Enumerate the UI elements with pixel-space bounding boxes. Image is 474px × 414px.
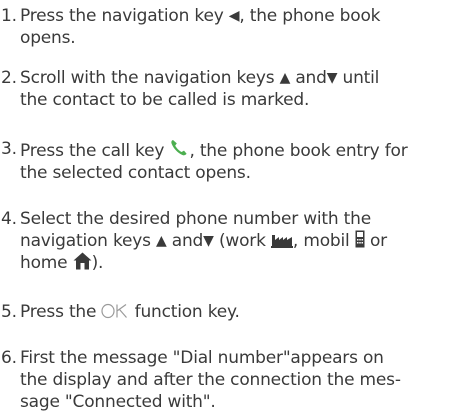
step-text-part: home [20, 253, 73, 273]
ok-function-key-icon [101, 303, 128, 319]
step-text-part: or [364, 231, 387, 251]
step-text-part: , the phone book [239, 6, 381, 26]
step-text-part: ). [91, 253, 104, 273]
home-number-icon [73, 252, 92, 270]
step-text-part: and [166, 231, 204, 251]
navigation-left-key-icon: ◀ [228, 8, 240, 24]
step-number: 4. [1, 209, 17, 229]
step-text-part: until [337, 68, 380, 88]
step-text-part: the contact to be called is marked. [20, 90, 310, 110]
navigation-down-key-icon: ▼ [326, 70, 338, 86]
navigation-up-key-icon: ▲ [155, 233, 167, 249]
step-text: Scroll with the navigation keys ▲ and▼ u… [20, 67, 472, 111]
step-text-part: opens. [20, 28, 76, 48]
step-text-part: (work [213, 231, 271, 251]
step-text: Press the call key , the phone book entr… [20, 138, 472, 184]
step-text-part: Select the desired phone number with the [20, 209, 371, 229]
step-text-part: Press the navigation key [20, 6, 229, 26]
step-text-part: First the message "Dial number"appears o… [20, 348, 384, 368]
step-text-part: the display and after the connection the… [20, 370, 401, 390]
step-number: 3. [1, 139, 17, 159]
navigation-down-key-icon: ▼ [203, 233, 214, 249]
step-text-part: Press the call key [20, 141, 170, 161]
step-text-part: Scroll with the navigation keys [20, 68, 280, 88]
step-text-part: function key. [129, 302, 240, 322]
step-text: Select the desired phone number with the… [20, 208, 472, 274]
navigation-up-key-icon: ▲ [279, 70, 291, 86]
step-number: 6. [1, 348, 17, 368]
step-text-part: , the phone book entry for [189, 141, 408, 161]
step-number: 2. [1, 68, 17, 88]
mobile-number-icon [355, 230, 365, 248]
step-text: First the message "Dial number"appears o… [20, 347, 472, 413]
call-key-icon [171, 140, 188, 156]
step-text-part: the selected contact opens. [20, 163, 251, 183]
step-number: 1. [1, 6, 17, 26]
step-text: Press the navigation key ◀, the phone bo… [20, 5, 472, 49]
step-text: Press the function key. [20, 301, 472, 323]
step-text-part: sage "Connected with". [20, 392, 216, 412]
step-text-part: and [290, 68, 327, 88]
work-number-icon [270, 235, 293, 248]
step-text-part: navigation keys [20, 231, 156, 251]
step-number: 5. [1, 302, 17, 322]
step-text-part: Press the [20, 302, 102, 322]
step-text-part: , mobil [292, 231, 355, 251]
